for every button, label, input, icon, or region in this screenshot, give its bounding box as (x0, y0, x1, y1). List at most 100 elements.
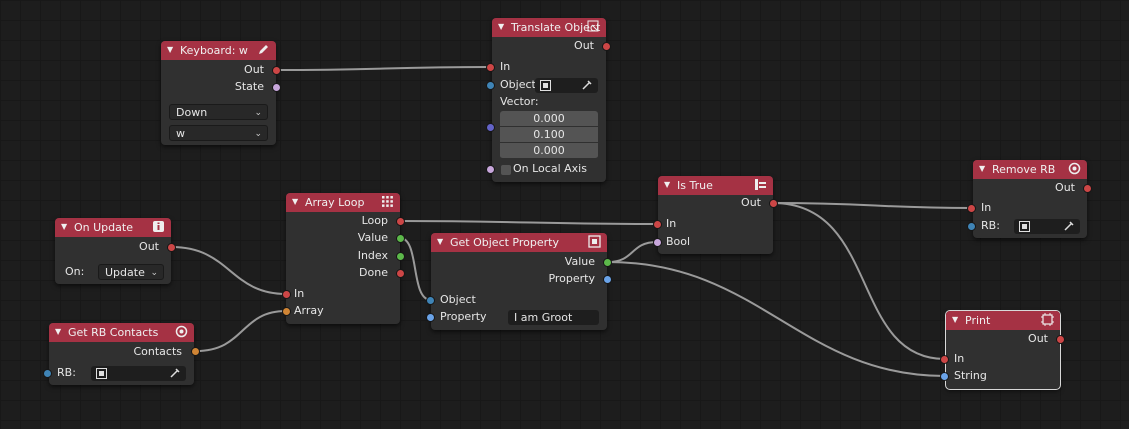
array-socket[interactable] (282, 307, 291, 316)
get-prop-property-in-socket[interactable] (426, 313, 435, 322)
remove-rb-out-socket[interactable] (1083, 184, 1092, 193)
is-true-header[interactable]: ▼ Is True (658, 176, 773, 195)
in-label: In (294, 287, 305, 300)
key-dropdown[interactable]: w ⌄ (169, 125, 268, 141)
done-socket[interactable] (396, 269, 405, 278)
get-rb-contacts-node[interactable]: ▼ Get RB Contacts Contacts RB: (49, 323, 194, 385)
index-socket[interactable] (396, 252, 405, 261)
collapse-icon[interactable]: ▼ (498, 22, 504, 31)
node-title: Remove RB (992, 163, 1056, 176)
print-in-socket[interactable] (940, 355, 949, 364)
is-true-out-socket[interactable] (769, 199, 778, 208)
object-field[interactable] (535, 78, 598, 93)
remove-rb-node[interactable]: ▼ Remove RB Out In RB: (973, 160, 1087, 238)
is-true-node[interactable]: ▼ Is True Out In Bool (658, 176, 773, 254)
in-label: In (500, 60, 511, 73)
on-update-out-socket[interactable] (167, 243, 176, 252)
translate-out-socket[interactable] (602, 42, 611, 51)
vector-x-field[interactable]: 0.000 (500, 111, 598, 127)
out-label: Out (1028, 332, 1048, 345)
eyedropper-icon[interactable] (170, 367, 181, 378)
eyedropper-icon[interactable] (582, 79, 593, 90)
link-update-arrayloop (171, 246, 287, 295)
collapse-icon[interactable]: ▼ (55, 327, 61, 336)
rb-label: RB: (57, 366, 76, 379)
get-object-property-node[interactable]: ▼ Get Object Property Value Property Obj… (431, 233, 607, 330)
key-mode-dropdown[interactable]: Down ⌄ (169, 104, 268, 120)
in-label: In (954, 352, 965, 365)
link-value-print-string (607, 261, 946, 377)
get-prop-property-out-socket[interactable] (603, 275, 612, 284)
collapse-icon[interactable]: ▼ (292, 197, 298, 206)
collapse-icon[interactable]: ▼ (979, 164, 985, 173)
translate-local-socket[interactable] (486, 165, 495, 174)
chevron-down-icon: ⌄ (254, 108, 262, 118)
out-label: Out (1055, 181, 1075, 194)
dropdown-value: Down (176, 106, 208, 119)
print-out-socket[interactable] (1056, 335, 1065, 344)
collapse-icon[interactable]: ▼ (664, 180, 670, 189)
eyedropper-icon[interactable] (1064, 220, 1075, 231)
object-label: Object: (500, 78, 540, 91)
translate-vector-socket[interactable] (486, 123, 495, 132)
collapse-icon[interactable]: ▼ (952, 315, 958, 324)
on-update-node[interactable]: ▼ On Update Out On: Update ⌄ (55, 218, 171, 284)
out-label: Out (139, 240, 159, 253)
vector-label: Vector: (500, 95, 539, 108)
remove-rb-header[interactable]: ▼ Remove RB (973, 160, 1087, 179)
print-string-socket[interactable] (940, 372, 949, 381)
translate-node-header[interactable]: ▼ Translate Object (492, 18, 606, 37)
vector-z-field[interactable]: 0.000 (500, 143, 598, 159)
collapse-icon[interactable]: ▼ (61, 222, 67, 231)
value-label: Value (357, 231, 388, 244)
pencil-icon (259, 45, 268, 54)
keyboard-node[interactable]: ▼ Keyboard: w Out State Down ⌄ w ⌄ (161, 41, 276, 145)
array-loop-node[interactable]: ▼ Array Loop Loop Value Index Done In Ar… (286, 193, 400, 324)
keyboard-out-socket[interactable] (272, 66, 281, 75)
remove-rb-rb-socket[interactable] (967, 222, 976, 231)
property-name-field[interactable]: I am Groot (508, 310, 599, 325)
rb-socket[interactable] (43, 369, 52, 378)
contacts-socket[interactable] (191, 347, 200, 356)
translate-in-socket[interactable] (486, 63, 495, 72)
translate-object-socket[interactable] (486, 81, 495, 90)
link-keyboard-translate (276, 66, 491, 71)
value-socket[interactable] (396, 234, 405, 243)
rb-object-field[interactable] (1014, 219, 1080, 234)
on-update-header[interactable]: ▼ On Update (55, 218, 171, 237)
get-prop-value-socket[interactable] (603, 258, 612, 267)
is-true-in-socket[interactable] (653, 220, 662, 229)
rb-object-field[interactable] (91, 366, 186, 381)
object-box-icon (588, 235, 601, 248)
loop-socket[interactable] (396, 217, 405, 226)
node-title: Print (965, 314, 991, 327)
get-rb-contacts-header[interactable]: ▼ Get RB Contacts (49, 323, 194, 342)
transform-icon (587, 20, 599, 32)
remove-rb-in-socket[interactable] (967, 204, 976, 213)
chevron-down-icon: ⌄ (150, 268, 158, 278)
link-out-removerb (772, 202, 973, 209)
on-event-dropdown[interactable]: Update ⌄ (98, 264, 164, 280)
collapse-icon[interactable]: ▼ (437, 237, 443, 246)
console-icon (1041, 313, 1054, 326)
object-icon (96, 368, 107, 379)
print-node[interactable]: ▼ Print Out In String (945, 310, 1061, 390)
link-out-print-in (772, 202, 946, 360)
print-header[interactable]: ▼ Print (946, 311, 1060, 330)
get-prop-object-socket[interactable] (426, 296, 435, 305)
is-true-bool-socket[interactable] (653, 238, 662, 247)
translate-object-node[interactable]: ▼ Translate Object Out In Object: Vector… (492, 18, 606, 182)
node-title: On Update (74, 221, 133, 234)
link-contacts-array (195, 310, 287, 352)
keyboard-node-header[interactable]: ▼ Keyboard: w (161, 41, 276, 60)
vector-y-field[interactable]: 0.100 (500, 127, 598, 143)
physics-icon (175, 325, 188, 338)
node-title: Is True (677, 179, 713, 192)
get-object-property-header[interactable]: ▼ Get Object Property (431, 233, 607, 252)
array-loop-in-socket[interactable] (282, 290, 291, 299)
local-axis-checkbox[interactable] (501, 165, 511, 175)
array-loop-header[interactable]: ▼ Array Loop (286, 193, 400, 212)
keyboard-state-socket[interactable] (272, 83, 281, 92)
collapse-icon[interactable]: ▼ (167, 45, 173, 54)
grid-dots-icon (382, 196, 393, 207)
